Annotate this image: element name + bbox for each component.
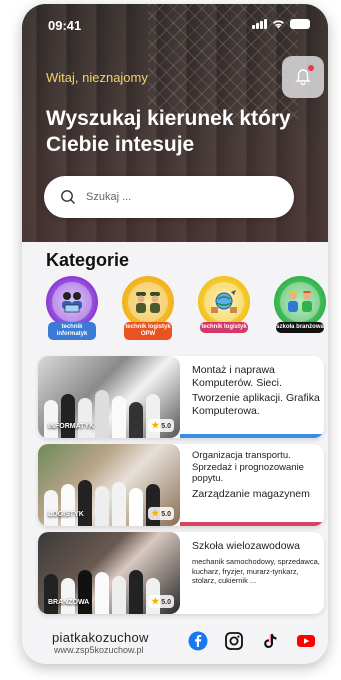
app-screen: 09:41 Witaj, nieznajomy Wyszukaj kierune… (22, 4, 328, 664)
hero-banner: 09:41 Witaj, nieznajomy Wyszukaj kierune… (22, 4, 328, 242)
category-technik-informatyk[interactable]: technik informatyk (44, 276, 100, 346)
rating-value: 5.0 (161, 423, 171, 430)
categories-row: technik informatyk technik logistyk OPW (40, 276, 328, 346)
people-laptop-icon (52, 282, 92, 322)
search-icon (61, 190, 75, 204)
rating-badge: ★ 5.0 (148, 507, 174, 520)
category-szkola-branzowa[interactable]: szkoła branżowa (272, 276, 328, 346)
instagram-icon[interactable] (224, 631, 244, 651)
footer-brand: piatkakozuchow (52, 630, 149, 645)
soldiers-icon (128, 282, 168, 322)
facebook-icon[interactable] (188, 631, 208, 651)
category-circle (274, 276, 326, 328)
category-circle (46, 276, 98, 328)
status-icons (252, 19, 310, 29)
rating-badge: ★ 5.0 (148, 595, 174, 608)
social-links (188, 631, 316, 651)
course-subtitle: Zarządzanie magazynem (192, 487, 310, 500)
category-circle (198, 276, 250, 328)
footer-url[interactable]: www.zsp5kozuchow.pl (54, 645, 144, 655)
course-photo-label: LOGISTYK (48, 511, 84, 518)
category-technik-logistyk-opw[interactable]: technik logistyk OPW (120, 276, 176, 346)
hero-headline: Wyszukaj kierunek który Ciebie intesuje (46, 107, 291, 156)
category-label: szkoła branżowa (276, 322, 324, 333)
notifications-button[interactable] (282, 56, 324, 98)
course-description: Organizacja transportu. Sprzedaż i progn… (192, 450, 320, 501)
bell-icon (295, 69, 311, 86)
course-subtitle: mechanik samochodowy, sprzedawca, kuchar… (192, 557, 320, 585)
category-label: technik logistyk (200, 322, 248, 333)
course-card-informatyk[interactable]: INFORMATYK ★ 5.0 Montaż i naprawa Komput… (38, 356, 324, 438)
status-time: 09:41 (48, 18, 82, 33)
course-photo-label: INFORMATYK (48, 423, 95, 430)
course-description: Szkoła wielozawodowa mechanik samochodow… (192, 540, 320, 586)
globe-logistics-icon (204, 282, 244, 322)
course-photo: BRANŻOWA ★ 5.0 (38, 532, 180, 614)
course-photo: LOGISTYK ★ 5.0 (38, 444, 180, 526)
wifi-icon (273, 20, 284, 29)
category-label: technik informatyk (48, 322, 96, 340)
tiktok-icon[interactable] (260, 631, 280, 651)
course-photo-label: BRANŻOWA (48, 599, 90, 606)
course-title: Organizacja transportu. Sprzedaż i progn… (192, 450, 304, 484)
star-icon: ★ (151, 508, 160, 518)
course-title: Montaż i naprawa Komputerów. Sieci. (192, 364, 282, 389)
star-icon: ★ (151, 596, 160, 606)
course-photo: INFORMATYK ★ 5.0 (38, 356, 180, 438)
notification-dot (308, 65, 314, 71)
course-description: Montaż i naprawa Komputerów. Sieci. Twor… (192, 364, 320, 418)
rating-value: 5.0 (161, 511, 171, 518)
course-card-branzowa[interactable]: BRANŻOWA ★ 5.0 Szkoła wielozawodowa mech… (38, 532, 324, 614)
categories-title: Kategorie (46, 250, 130, 270)
youtube-icon[interactable] (296, 631, 316, 651)
star-icon: ★ (151, 420, 160, 430)
rating-value: 5.0 (161, 599, 171, 606)
greeting-text: Witaj, nieznajomy (46, 70, 148, 85)
category-label: technik logistyk OPW (124, 322, 172, 340)
card-accent-bar (180, 522, 324, 526)
signal-icon (252, 19, 267, 29)
battery-icon (290, 19, 310, 29)
course-card-logistyk[interactable]: LOGISTYK ★ 5.0 Organizacja transportu. S… (38, 444, 324, 526)
category-technik-logistyk[interactable]: technik logistyk (196, 276, 252, 346)
search-bar[interactable] (44, 176, 294, 218)
course-title: Szkoła wielozawodowa (192, 540, 300, 552)
workers-icon (280, 282, 320, 322)
search-input[interactable] (86, 191, 266, 203)
card-accent-bar (180, 434, 324, 438)
category-circle (122, 276, 174, 328)
rating-badge: ★ 5.0 (148, 419, 174, 432)
course-subtitle: Tworzenie aplikacji. Grafika Komputerowa… (192, 392, 320, 417)
